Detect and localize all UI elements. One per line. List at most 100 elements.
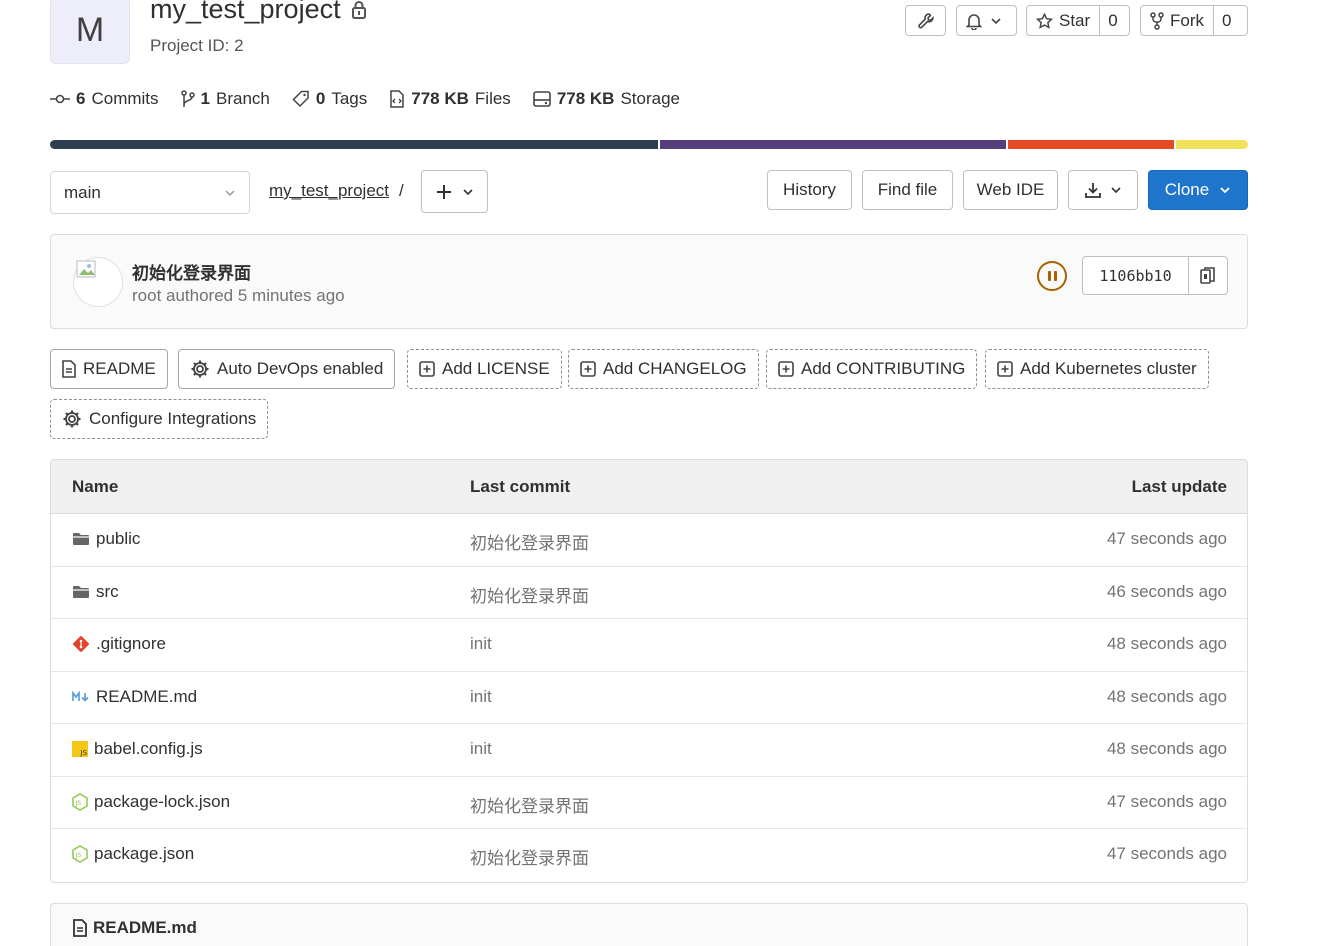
plus-square-icon (580, 361, 596, 377)
file-name[interactable]: babel.config.js (94, 739, 203, 759)
commits-stat[interactable]: 6 Commits (50, 89, 159, 109)
readme-label: README (83, 359, 156, 378)
repository-languages-bar[interactable] (50, 140, 1248, 149)
file-name-cell[interactable]: JS babel.config.js (72, 739, 203, 759)
table-header: Name Last commit Last update (51, 460, 1247, 514)
find-file-button[interactable]: Find file (862, 170, 953, 210)
auto-devops-label: Auto DevOps enabled (217, 359, 384, 378)
files-stat[interactable]: 778 KB Files (389, 89, 511, 109)
language-segment[interactable] (659, 140, 1006, 149)
table-row[interactable]: JS package.json 初始化登录界面 47 seconds ago (51, 829, 1247, 882)
file-last-update: 46 seconds ago (1106, 581, 1227, 601)
file-last-commit[interactable]: init (470, 687, 492, 707)
project-id: Project ID: 2 (150, 36, 244, 55)
table-row[interactable]: public 初始化登录界面 47 seconds ago (51, 514, 1247, 567)
readme-button[interactable]: README (50, 349, 168, 389)
file-name-cell[interactable]: JS package-lock.json (72, 792, 230, 812)
file-name-cell[interactable]: .gitignore (72, 634, 166, 654)
file-last-update: 48 seconds ago (1106, 739, 1227, 758)
commit-meta: root authored 5 minutes ago (132, 286, 345, 305)
file-name[interactable]: README.md (96, 687, 197, 707)
file-name[interactable]: package.json (94, 844, 194, 864)
file-last-commit[interactable]: 初始化登录界面 (470, 844, 589, 869)
file-last-commit[interactable]: 初始化登录界面 (470, 792, 589, 817)
branch-selector[interactable]: main (50, 171, 250, 214)
add-contributing-label: Add CONTRIBUTING (801, 359, 966, 378)
readme-title: README.md (93, 918, 197, 937)
table-row[interactable]: README.md init 48 seconds ago (51, 672, 1247, 724)
add-changelog-label: Add CHANGELOG (603, 359, 747, 378)
configure-integrations-label: Configure Integrations (89, 409, 257, 428)
chevron-down-icon (224, 189, 236, 197)
gear-icon (62, 409, 82, 429)
branch-stat[interactable]: 1 Branch (180, 89, 270, 109)
storage-stat[interactable]: 778 KB Storage (533, 89, 680, 109)
file-last-commit[interactable]: 初始化登录界面 (470, 582, 589, 607)
tag-icon (292, 90, 310, 108)
document-icon (62, 360, 76, 378)
fork-label: Fork (1170, 10, 1204, 30)
fork-count[interactable]: 0 (1213, 6, 1239, 35)
file-tree-table: Name Last commit Last update public 初始化登录… (50, 459, 1248, 883)
files-label: Files (474, 89, 511, 108)
table-row[interactable]: src 初始化登录界面 46 seconds ago (51, 567, 1247, 619)
disk-icon (533, 91, 551, 107)
commits-label: Commits (91, 89, 159, 108)
file-last-commit[interactable]: 初始化登录界面 (470, 529, 589, 554)
language-segment[interactable] (1176, 140, 1248, 149)
clone-button[interactable]: Clone (1148, 170, 1248, 210)
file-name-cell[interactable]: README.md (72, 687, 197, 707)
file-name-cell[interactable]: src (72, 582, 119, 602)
star-button[interactable]: Star 0 (1026, 5, 1130, 36)
commit-sha[interactable]: 1106bb10 (1083, 257, 1189, 294)
tags-count: 0 (315, 89, 326, 108)
file-last-commit[interactable]: init (470, 739, 492, 759)
pipeline-paused-icon[interactable] (1037, 261, 1067, 291)
language-segment[interactable] (1007, 140, 1175, 149)
table-row[interactable]: .gitignore init 48 seconds ago (51, 619, 1247, 672)
author-avatar[interactable] (73, 257, 123, 307)
table-row[interactable]: JS package-lock.json 初始化登录界面 47 seconds ago (51, 777, 1247, 829)
add-file-dropdown[interactable] (421, 170, 488, 213)
add-license-button[interactable]: Add LICENSE (407, 349, 562, 389)
settings-button[interactable] (905, 5, 946, 36)
file-name[interactable]: public (96, 529, 140, 549)
add-changelog-button[interactable]: Add CHANGELOG (568, 349, 759, 389)
file-name-cell[interactable]: public (72, 529, 140, 549)
file-name[interactable]: .gitignore (96, 634, 166, 654)
file-name[interactable]: package-lock.json (94, 792, 230, 812)
chevron-down-icon (1219, 186, 1231, 194)
tags-stat[interactable]: 0 Tags (292, 89, 367, 109)
breadcrumb-project-link[interactable]: my_test_project (269, 181, 389, 201)
configure-integrations-button[interactable]: Configure Integrations (50, 399, 269, 439)
file-name[interactable]: src (96, 582, 119, 602)
readme-panel-title[interactable]: README.md (73, 918, 197, 938)
wrench-icon (917, 12, 935, 30)
star-count[interactable]: 0 (1099, 6, 1125, 35)
lock-icon (351, 0, 367, 20)
auto-devops-button[interactable]: Auto DevOps enabled (178, 349, 396, 389)
copy-sha-button[interactable] (1189, 257, 1227, 294)
commit-title[interactable]: 初始化登录界面 (132, 259, 251, 284)
svg-text:JS: JS (75, 800, 82, 807)
breadcrumb: my_test_project / (269, 181, 404, 201)
web-ide-button[interactable]: Web IDE (963, 170, 1058, 210)
language-segment[interactable] (50, 140, 658, 149)
file-name-cell[interactable]: JS package.json (72, 844, 194, 864)
file-last-commit[interactable]: init (470, 634, 492, 654)
notifications-button[interactable] (956, 5, 1017, 36)
folder-icon (72, 584, 90, 600)
nodejs-icon: JS (72, 845, 88, 863)
bell-icon (966, 12, 982, 30)
project-title: my_test_project (150, 0, 367, 25)
add-kubernetes-button[interactable]: Add Kubernetes cluster (985, 349, 1209, 389)
plus-square-icon (419, 361, 435, 377)
table-row[interactable]: JS babel.config.js init 48 seconds ago (51, 724, 1247, 777)
fork-button[interactable]: Fork 0 (1140, 5, 1248, 36)
history-button[interactable]: History (767, 170, 852, 210)
add-contributing-button[interactable]: Add CONTRIBUTING (766, 349, 978, 389)
storage-label: Storage (620, 89, 680, 108)
javascript-icon: JS (72, 741, 88, 757)
svg-text:JS: JS (75, 852, 82, 859)
download-button[interactable] (1068, 170, 1138, 210)
